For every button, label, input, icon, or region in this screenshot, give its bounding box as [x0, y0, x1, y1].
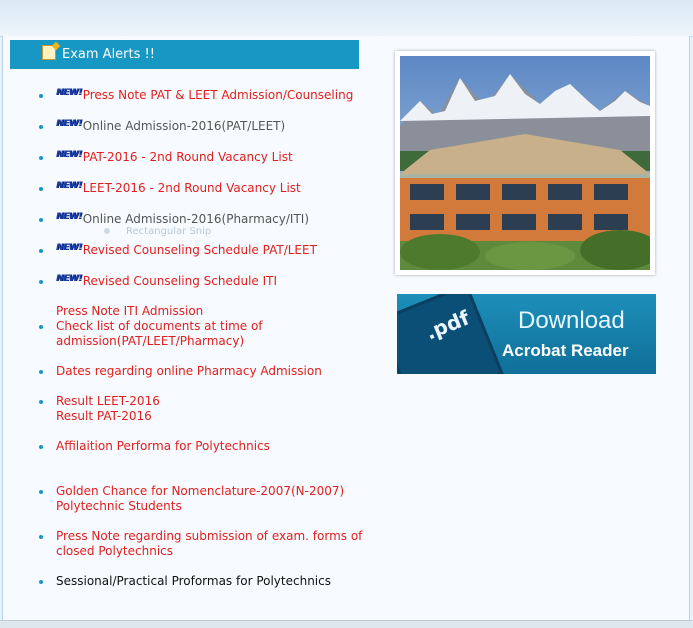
alert-link[interactable]: Revised Counseling Schedule PAT/LEET — [83, 243, 317, 257]
bullet-icon — [39, 280, 43, 284]
ghost-snip-label: Rectangular Snip — [126, 226, 212, 237]
bullet-icon — [39, 325, 43, 329]
alert-link[interactable]: Result PAT-2016 — [56, 409, 366, 424]
campus-photo-image — [400, 56, 650, 270]
alert-link[interactable]: Dates regarding online Pharmacy Admissio… — [56, 364, 366, 379]
bullet-icon — [39, 490, 43, 494]
new-badge-icon: NEW! — [56, 274, 82, 284]
download-acrobat-banner[interactable]: .pdf Download Acrobat Reader — [397, 294, 656, 374]
alert-link[interactable]: Result LEET-2016 — [56, 394, 366, 409]
bullet-icon — [39, 249, 43, 253]
bullet-icon — [39, 400, 43, 404]
download-title: Download — [518, 307, 625, 334]
bullet-icon — [39, 94, 43, 98]
alert-link[interactable]: Sessional/Practical Proformas for Polyte… — [56, 574, 366, 589]
alert-link[interactable]: closed Polytechnics — [56, 544, 366, 559]
exam-alerts-title: Exam Alerts !! — [62, 47, 155, 62]
bullet-icon — [39, 445, 43, 449]
new-badge-icon: NEW! — [56, 243, 82, 253]
top-band — [0, 0, 693, 37]
exam-alerts-header: Exam Alerts !! — [10, 40, 359, 69]
bullet-icon — [39, 580, 43, 584]
bullet-icon — [39, 125, 43, 129]
alert-link[interactable]: LEET-2016 - 2nd Round Vacancy List — [83, 181, 301, 195]
ghost-snip-overlay: Rectangular Snip — [70, 222, 270, 242]
campus-photo — [395, 51, 655, 275]
alert-link[interactable]: Online Admission-2016(PAT/LEET) — [83, 119, 285, 133]
new-badge-icon: NEW! — [56, 119, 82, 129]
new-badge-icon: NEW! — [56, 181, 82, 191]
alert-link[interactable]: PAT-2016 - 2nd Round Vacancy List — [83, 150, 293, 164]
new-badge-icon: NEW! — [56, 150, 82, 160]
alert-link[interactable]: Affilaition Performa for Polytechnics — [56, 439, 366, 454]
bullet-icon — [39, 187, 43, 191]
alert-link[interactable]: Check list of documents at time of — [56, 319, 366, 334]
bullet-icon — [39, 218, 43, 222]
new-badge-icon: NEW! — [56, 212, 82, 222]
alert-link[interactable]: Press Note ITI Admission — [56, 304, 366, 319]
alert-link[interactable]: Press Note PAT & LEET Admission/Counseli… — [83, 88, 354, 102]
snip-icon — [104, 228, 110, 234]
alert-link[interactable]: Press Note regarding submission of exam.… — [56, 529, 366, 544]
alert-link[interactable]: Golden Chance for Nomenclature-2007(N-20… — [56, 484, 366, 499]
new-badge-icon: NEW! — [56, 88, 82, 98]
bullet-icon — [39, 370, 43, 374]
alert-link[interactable]: Polytechnic Students — [56, 499, 366, 514]
alert-link[interactable]: admission(PAT/LEET/Pharmacy) — [56, 334, 366, 349]
notepad-icon — [42, 45, 56, 60]
alert-link[interactable]: Revised Counseling Schedule ITI — [83, 274, 277, 288]
acrobat-reader-subtitle: Acrobat Reader — [502, 341, 629, 360]
bullet-icon — [39, 535, 43, 539]
bullet-icon — [39, 156, 43, 160]
